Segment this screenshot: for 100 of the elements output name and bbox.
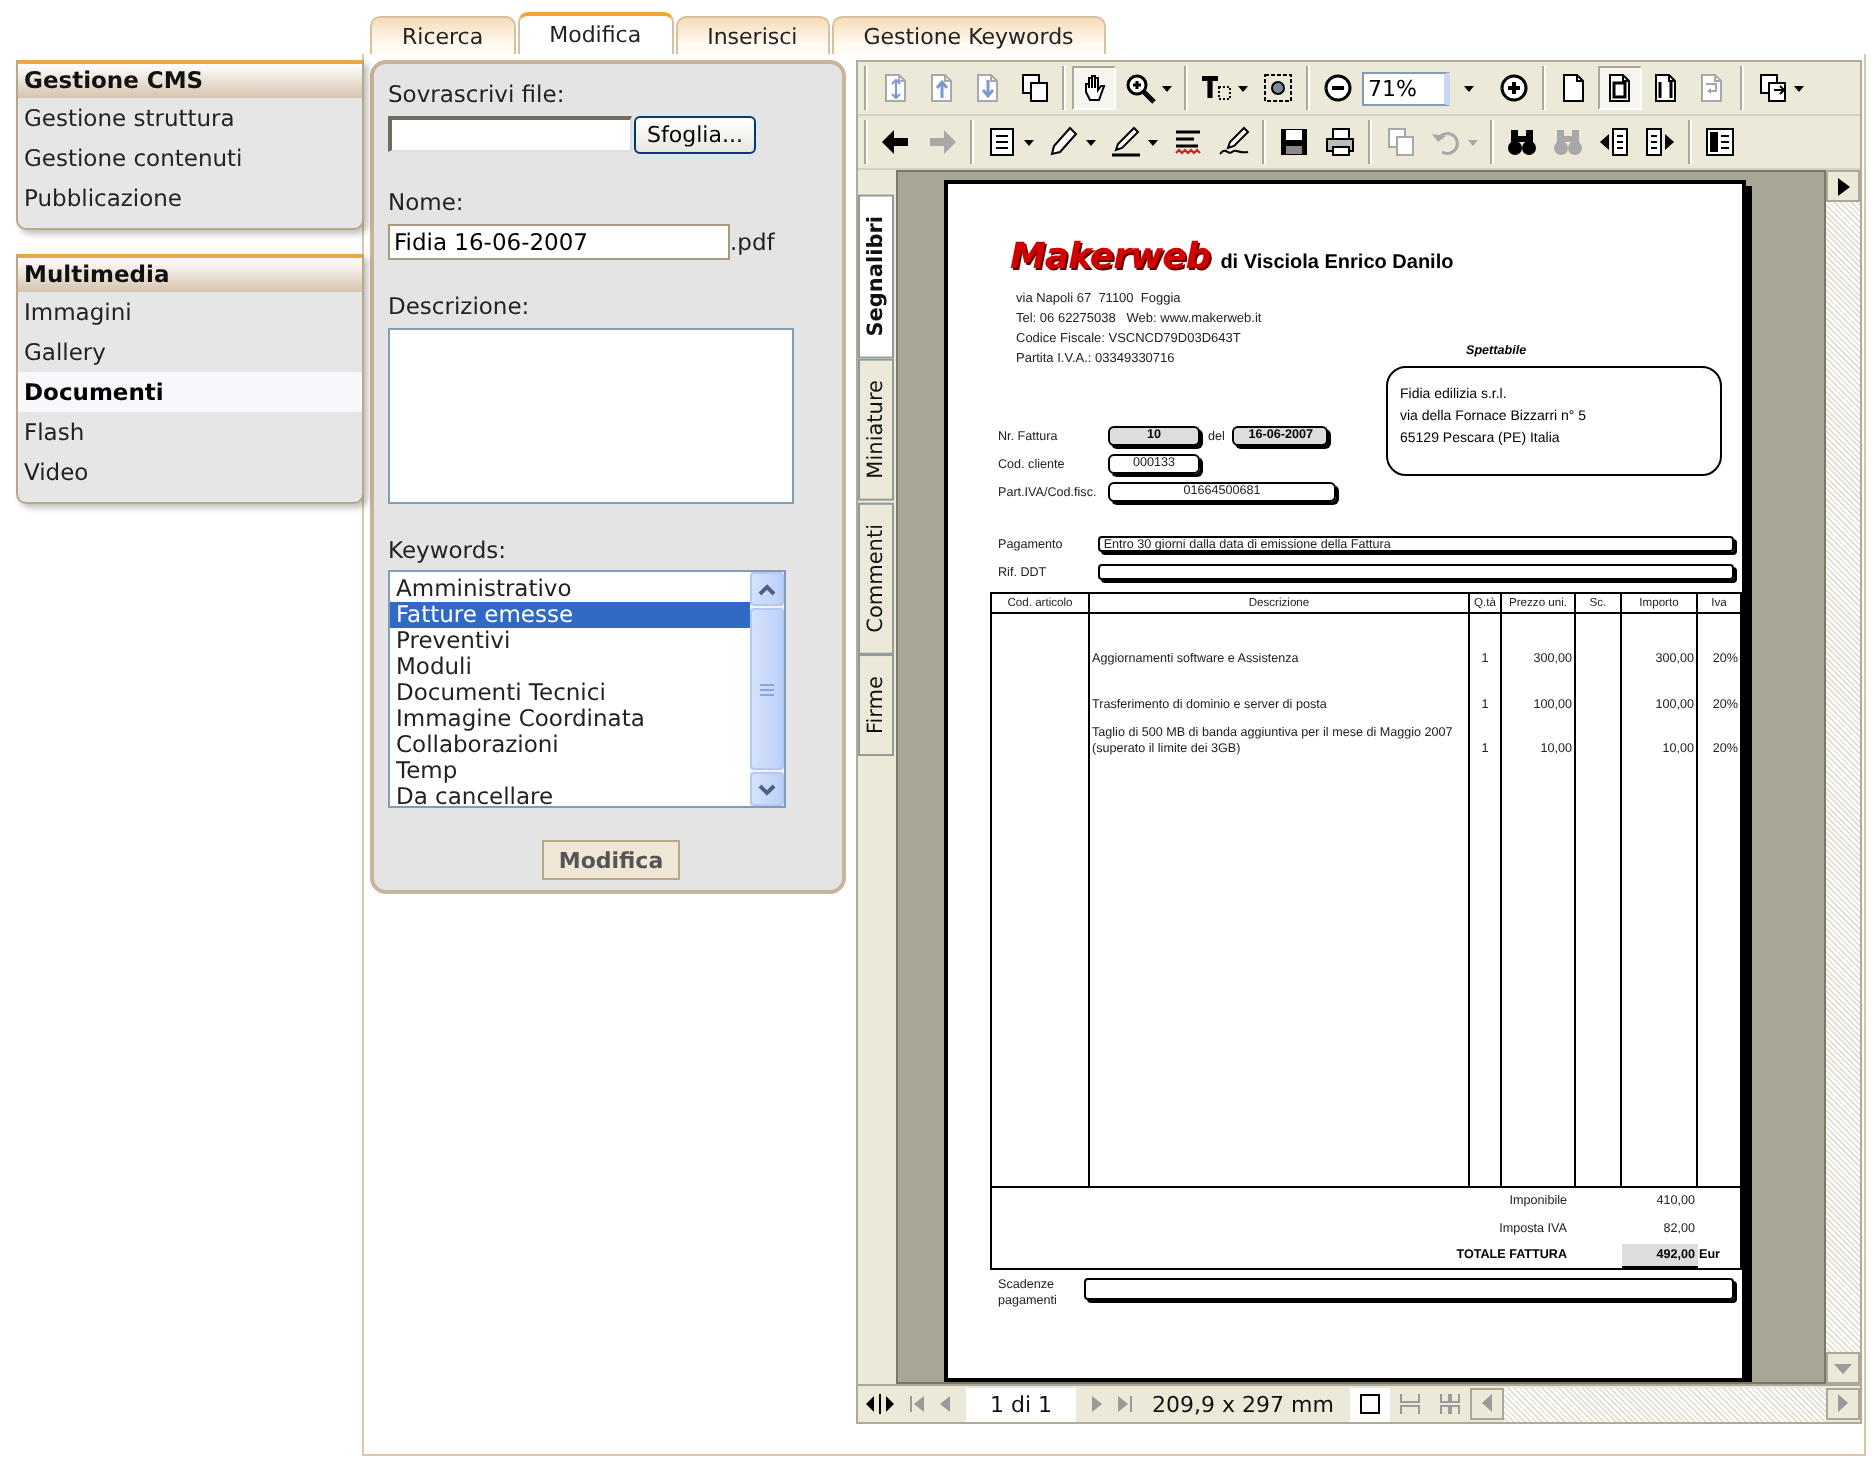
single-page-button[interactable] xyxy=(1349,1387,1390,1421)
side-tab[interactable]: Miniature xyxy=(858,358,894,502)
facing-pages-icon xyxy=(1439,1394,1460,1414)
panel-options-button[interactable] xyxy=(1826,170,1860,202)
file-field[interactable] xyxy=(388,116,632,152)
scrollbar-thumb[interactable] xyxy=(750,608,784,770)
submit-button[interactable]: Modifica xyxy=(542,840,680,880)
chevron-up-icon xyxy=(758,583,776,595)
grip-icon xyxy=(760,683,774,695)
forward-arrow-icon xyxy=(926,126,958,158)
keywords-list[interactable]: Amministrativo Fatture emesse Preventivi Moduli Documenti Tecnici Immagine Coordinata Collaborazioni Temp Da cancellare xyxy=(388,570,786,808)
menu-item[interactable]: Gestione contenuti xyxy=(18,138,362,178)
skip-start-icon xyxy=(910,1396,924,1412)
menu-item[interactable]: Pubblicazione xyxy=(18,178,362,218)
note-icon xyxy=(986,126,1018,158)
list-option[interactable]: Moduli xyxy=(390,654,750,680)
page-size: 209,9 x 297 mm xyxy=(1150,1391,1336,1417)
panel-title: Multimedia xyxy=(18,254,362,292)
menu-item[interactable]: Video xyxy=(18,452,362,492)
field-label: Descrizione: xyxy=(388,292,532,320)
page-up-icon xyxy=(926,72,958,104)
binoculars-replace-icon xyxy=(1552,126,1584,158)
list-option[interactable]: Temp xyxy=(390,758,750,784)
scroll-up-button[interactable] xyxy=(750,572,784,606)
scroll-down-button[interactable] xyxy=(750,772,784,806)
panel-title: Gestione CMS xyxy=(18,60,362,98)
menu-item[interactable]: Immagini xyxy=(18,292,362,332)
list-option[interactable]: Da cancellare xyxy=(390,784,750,806)
list-option[interactable]: Documenti Tecnici xyxy=(390,680,750,706)
caret-icon[interactable] xyxy=(1464,85,1474,91)
page-icon xyxy=(1558,72,1590,104)
magnifier-icon xyxy=(1124,72,1156,104)
caret-icon[interactable] xyxy=(1086,139,1096,145)
highlighter-icon xyxy=(1110,126,1142,158)
list-option[interactable]: Preventivi xyxy=(390,628,750,654)
hand-button[interactable] xyxy=(1072,66,1116,110)
panel-icon xyxy=(1704,126,1736,158)
zoom-in-icon xyxy=(1498,72,1530,104)
pages-icon xyxy=(1018,72,1050,104)
previous-document-icon xyxy=(1598,126,1630,158)
binoculars-icon xyxy=(1506,126,1538,158)
triangle-right-icon xyxy=(1092,1396,1103,1412)
field-label: Keywords: xyxy=(388,536,508,564)
pencil-icon xyxy=(1048,126,1080,158)
undo-icon xyxy=(1430,126,1462,158)
tab[interactable]: Inserisci xyxy=(675,16,830,54)
zoom-out-icon xyxy=(1322,72,1354,104)
list-option[interactable]: Collaborazioni xyxy=(390,732,750,758)
description-field[interactable] xyxy=(388,328,794,504)
menu-item[interactable]: Flash xyxy=(18,412,362,452)
triangle-down-icon xyxy=(1834,1363,1852,1373)
printer-icon xyxy=(1324,126,1356,158)
page-scroll-icon xyxy=(880,72,912,104)
fit-page-button[interactable] xyxy=(1598,66,1642,110)
skip-end-icon xyxy=(1118,1396,1133,1412)
next-document-icon xyxy=(1644,126,1676,158)
menu-item[interactable]: Documenti xyxy=(18,372,362,412)
signature-icon xyxy=(1218,126,1250,158)
caret-icon[interactable] xyxy=(1024,139,1034,145)
back-arrow-icon xyxy=(880,126,912,158)
side-tab[interactable]: Firme xyxy=(858,653,894,756)
file-extension: .pdf xyxy=(730,228,775,256)
spelling-icon xyxy=(1172,126,1204,158)
side-tab[interactable]: Commenti xyxy=(858,501,894,654)
company-name: di Visciola Enrico Danilo xyxy=(1220,252,1454,278)
side-tab[interactable]: Segnalibri xyxy=(858,194,894,359)
zoom-field[interactable]: 71% xyxy=(1362,71,1450,105)
square-icon xyxy=(1359,1394,1380,1414)
browse-button[interactable]: Sfoglia... xyxy=(634,115,756,153)
caret-icon[interactable] xyxy=(1794,85,1804,91)
triangle-right-icon xyxy=(1838,1394,1848,1412)
export-icon xyxy=(1756,72,1788,104)
chevron-down-icon xyxy=(758,783,776,795)
menu-item[interactable]: Gallery xyxy=(18,332,362,372)
name-field[interactable]: Fidia 16-06-2007 xyxy=(388,224,730,260)
continuous-pages-icon xyxy=(1399,1394,1420,1414)
snapshot-icon xyxy=(1262,72,1294,104)
list-option[interactable]: Fatture emesse xyxy=(390,602,750,628)
tab[interactable]: Modifica xyxy=(517,12,674,54)
page-number-field[interactable]: 1 di 1 xyxy=(966,1387,1077,1421)
text-select-icon xyxy=(1200,72,1232,104)
triangle-left-icon xyxy=(1481,1394,1492,1412)
menu-item[interactable]: Gestione struttura xyxy=(18,98,362,138)
company-logo: Makerweb xyxy=(1010,236,1211,278)
field-label: Nome: xyxy=(388,188,466,216)
split-arrows-icon xyxy=(866,1394,894,1414)
tab[interactable]: Gestione Keywords xyxy=(831,16,1106,54)
reflow-icon xyxy=(1696,72,1728,104)
page-down-icon xyxy=(972,72,1004,104)
fit-page-icon xyxy=(1604,72,1636,104)
copy-icon xyxy=(1384,126,1416,158)
tab[interactable]: Ricerca xyxy=(370,16,516,54)
caret-icon[interactable] xyxy=(1148,139,1158,145)
list-option[interactable]: Immagine Coordinata xyxy=(390,706,750,732)
caret-icon[interactable] xyxy=(1238,85,1248,91)
fit-width-icon xyxy=(1650,72,1682,104)
triangle-left-icon xyxy=(940,1396,950,1412)
field-label: Sovrascrivi file: xyxy=(388,80,567,108)
list-option[interactable]: Amministrativo xyxy=(390,576,750,602)
caret-icon[interactable] xyxy=(1162,85,1172,91)
